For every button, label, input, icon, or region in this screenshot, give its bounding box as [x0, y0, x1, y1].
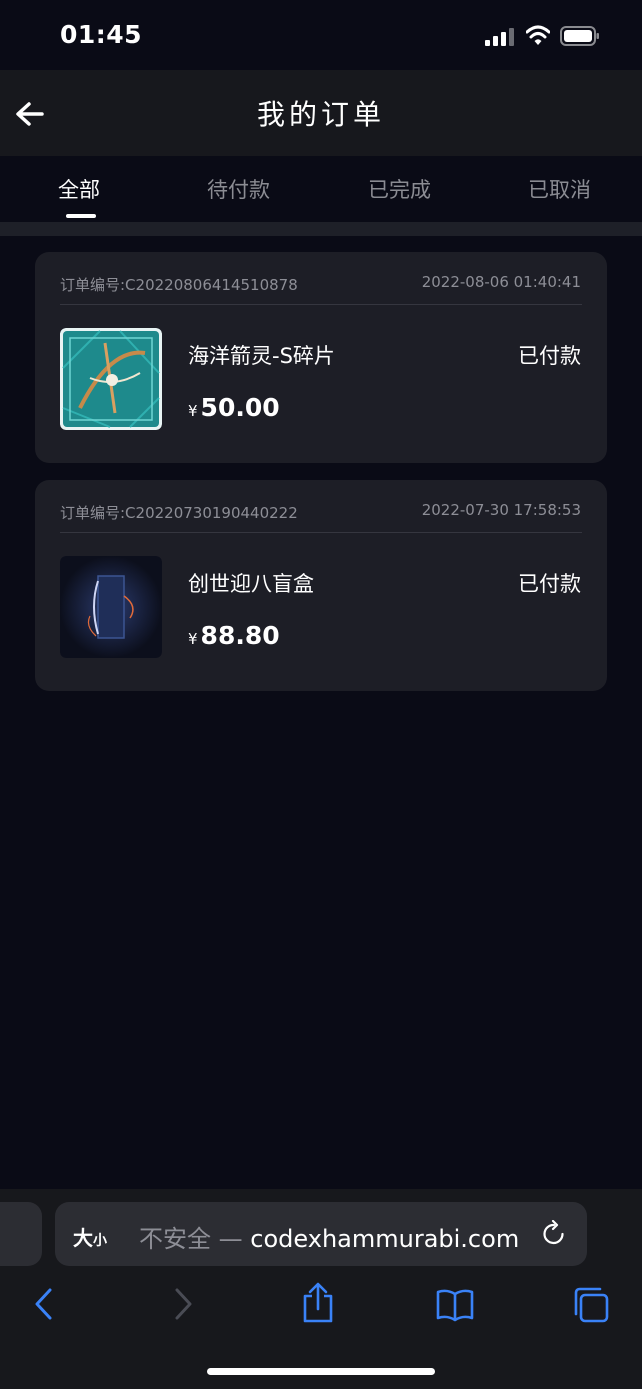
- order-number: 订单编号:C20220730190440222: [60, 504, 298, 522]
- tabs-icon[interactable]: [572, 1286, 610, 1324]
- currency-symbol: ¥: [188, 402, 198, 420]
- order-card[interactable]: 订单编号:C20220806414510878 2022-08-06 01:40…: [35, 252, 607, 463]
- bookmarks-icon[interactable]: [435, 1288, 475, 1322]
- order-time: 2022-07-30 17:58:53: [421, 501, 581, 519]
- url-display[interactable]: 不安全 — codexhammurabi.com: [139, 1219, 519, 1254]
- wifi-icon: [526, 25, 550, 45]
- previous-tab-card[interactable]: [0, 1202, 42, 1266]
- order-price: ¥88.80: [188, 621, 280, 650]
- order-tabs: 全部 待付款 已完成 已取消: [0, 156, 642, 222]
- currency-symbol: ¥: [188, 630, 198, 648]
- tab-cancelled[interactable]: 已取消: [528, 174, 591, 204]
- text-size-small: 小: [93, 1233, 107, 1249]
- product-thumbnail: [60, 328, 162, 430]
- order-price: ¥50.00: [188, 393, 280, 422]
- url-domain: codexhammurabi.com: [250, 1225, 520, 1253]
- reload-icon[interactable]: [541, 1220, 567, 1248]
- order-time: 2022-08-06 01:40:41: [421, 273, 581, 291]
- status-bar: 01:45: [0, 0, 642, 70]
- price-amount: 88.80: [200, 621, 280, 650]
- product-name: 海洋箭灵-S碎片: [188, 344, 335, 368]
- tab-all[interactable]: 全部: [58, 174, 100, 204]
- order-status: 已付款: [518, 344, 581, 368]
- text-size-big: 大: [73, 1226, 93, 1250]
- app-header: 我的订单: [0, 70, 642, 156]
- tab-pending-payment[interactable]: 待付款: [207, 174, 270, 204]
- order-number: 订单编号:C20220806414510878: [60, 276, 298, 294]
- price-amount: 50.00: [200, 393, 280, 422]
- text-size-button[interactable]: 大小: [73, 1222, 107, 1251]
- tab-completed[interactable]: 已完成: [368, 174, 431, 204]
- product-name: 创世迎八盲盒: [188, 572, 314, 596]
- status-time: 01:45: [60, 20, 143, 49]
- forward-arrow-icon[interactable]: [170, 1286, 196, 1322]
- back-arrow-icon[interactable]: [31, 1286, 57, 1322]
- address-bar[interactable]: 大小 不安全 — codexhammurabi.com: [55, 1202, 587, 1266]
- order-status: 已付款: [518, 572, 581, 596]
- share-icon[interactable]: [301, 1282, 335, 1324]
- card-divider: [60, 532, 582, 533]
- page-title: 我的订单: [256, 98, 385, 131]
- signal-icon: [485, 28, 514, 46]
- home-indicator: [207, 1368, 435, 1375]
- order-card[interactable]: 订单编号:C20220730190440222 2022-07-30 17:58…: [35, 480, 607, 691]
- product-thumbnail: [60, 556, 162, 658]
- insecure-label: 不安全 —: [139, 1225, 243, 1253]
- tabs-divider: [0, 222, 642, 236]
- active-tab-indicator: [66, 214, 96, 218]
- battery-icon: [560, 26, 599, 46]
- card-divider: [60, 304, 582, 305]
